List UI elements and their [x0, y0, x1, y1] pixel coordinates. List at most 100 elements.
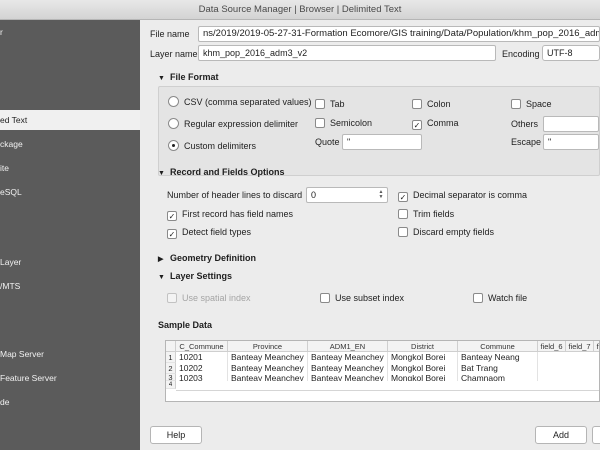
sidebar-item-wms-wmts[interactable]: /MTS	[0, 276, 140, 296]
table-cell: Banteay Meanchey	[308, 363, 388, 374]
table-cell: Mongkol Borei	[388, 363, 458, 374]
decimal-comma-label: Decimal separator is comma	[413, 190, 528, 200]
checkbox-icon	[511, 99, 521, 109]
column-header[interactable]: C_Commune	[176, 341, 228, 352]
layer-name-input[interactable]: khm_pop_2016_adm3_v2	[198, 45, 496, 61]
spatial-index-label: Use spatial index	[182, 293, 251, 303]
checkmark-icon: ✓	[167, 229, 177, 239]
checkbox-space-label: Space	[526, 99, 552, 109]
help-button[interactable]: Help	[150, 426, 202, 444]
geometry-header[interactable]: ▶ Geometry Definition	[158, 253, 256, 263]
sidebar-item-arcgis-feature-server[interactable]: Feature Server	[0, 368, 140, 388]
checkbox-semicolon-label: Semicolon	[330, 118, 373, 128]
layer-settings-header[interactable]: ▼ Layer Settings	[158, 271, 232, 281]
column-header[interactable]: District	[388, 341, 458, 352]
close-button[interactable]	[592, 426, 600, 444]
sidebar-item-delimited-text[interactable]: ed Text	[0, 110, 140, 130]
table-cell: Banteay Meanchey	[228, 363, 308, 374]
sidebar-item-geopackage[interactable]: ckage	[0, 134, 140, 154]
table-cell: Banteay Meanchey	[228, 374, 308, 381]
radio-custom-label: Custom delimiters	[184, 141, 257, 151]
discard-empty-label: Discard empty fields	[413, 227, 495, 237]
sample-data-table[interactable]: C_Commune Province ADM1_EN District Comm…	[165, 340, 600, 402]
radio-csv-label: CSV (comma separated values)	[184, 97, 312, 107]
checkbox-tab[interactable]: Tab	[315, 99, 345, 110]
table-cell: Mongkol Borei	[388, 374, 458, 381]
checkbox-tab-label: Tab	[330, 99, 345, 109]
table-cell: 10202	[176, 363, 228, 374]
table-scrollbar-track[interactable]	[176, 390, 599, 391]
row-number: 4	[166, 381, 176, 389]
encoding-select[interactable]: UTF-8	[542, 45, 600, 61]
escape-label: Escape	[511, 137, 542, 147]
detect-types-label: Detect field types	[182, 227, 252, 237]
column-header[interactable]: ADM1_EN	[308, 341, 388, 352]
checkbox-comma-label: Comma	[427, 118, 459, 128]
sidebar-item-virtual-layer[interactable]: Layer	[0, 252, 140, 272]
header-lines-spinbox[interactable]: 0 ▲ ▼	[306, 187, 388, 203]
radio-custom[interactable]: Custom delimiters	[168, 140, 256, 152]
checkmark-icon: ✓	[398, 192, 408, 202]
column-header[interactable]: fi	[594, 341, 599, 352]
row-number: 1	[166, 352, 176, 363]
first-record-label: First record has field names	[182, 209, 294, 219]
others-input[interactable]	[543, 116, 599, 132]
sidebar-item-geonode[interactable]: de	[0, 392, 140, 412]
collapse-triangle-icon: ▼	[158, 75, 165, 82]
checkbox-icon	[315, 118, 325, 128]
table-cell: Banteay Meanchey	[308, 352, 388, 363]
sidebar-item-arcgis-map-server[interactable]: Map Server	[0, 344, 140, 364]
checkbox-icon	[412, 99, 422, 109]
collapse-triangle-icon: ▼	[158, 170, 165, 177]
checkbox-watch-file[interactable]: Watch file	[473, 293, 527, 304]
checkmark-icon: ✓	[412, 120, 422, 130]
checkbox-icon	[398, 209, 408, 219]
record-options-title: Record and Fields Options	[170, 167, 285, 177]
geometry-title: Geometry Definition	[170, 253, 257, 263]
checkbox-discard-empty[interactable]: Discard empty fields	[398, 227, 494, 238]
checkbox-space[interactable]: Space	[511, 99, 552, 110]
add-button[interactable]: Add	[535, 426, 587, 444]
radio-regex[interactable]: Regular expression delimiter	[168, 118, 298, 130]
radio-csv[interactable]: CSV (comma separated values)	[168, 96, 312, 108]
sidebar-item-postgresql[interactable]: eSQL	[0, 182, 140, 202]
checkbox-detect-types[interactable]: ✓ Detect field types	[167, 227, 251, 239]
quote-label: Quote	[315, 137, 340, 147]
table-cell: Mongkol Borei	[388, 352, 458, 363]
checkbox-semicolon[interactable]: Semicolon	[315, 118, 372, 129]
checkbox-first-record[interactable]: ✓ First record has field names	[167, 209, 293, 221]
column-header[interactable]: field_7	[566, 341, 594, 352]
table-corner	[166, 341, 176, 352]
layer-name-label: Layer name	[150, 49, 198, 59]
quote-input[interactable]: "	[342, 134, 422, 150]
column-header[interactable]: Province	[228, 341, 308, 352]
file-name-input[interactable]: ns/2019/2019-05-27-31-Formation Ecomore/…	[198, 26, 600, 42]
column-header[interactable]: field_6	[538, 341, 566, 352]
subset-index-label: Use subset index	[335, 293, 405, 303]
table-cell: Bat Trang	[458, 363, 538, 374]
file-format-title: File Format	[170, 72, 219, 82]
column-header[interactable]: Commune	[458, 341, 538, 352]
checkbox-decimal-comma[interactable]: ✓ Decimal separator is comma	[398, 190, 527, 202]
checkbox-icon	[320, 293, 330, 303]
table-cell: Banteay Meanchey	[308, 374, 388, 381]
delimited-text-panel: File name ns/2019/2019-05-27-31-Formatio…	[140, 20, 600, 450]
checkbox-colon-label: Colon	[427, 99, 451, 109]
trim-fields-label: Trim fields	[413, 209, 455, 219]
file-format-panel: CSV (comma separated values) Regular exp…	[158, 86, 600, 176]
sidebar-item-browser[interactable]: r	[0, 22, 140, 42]
file-format-header[interactable]: ▼ File Format	[158, 72, 219, 82]
checkbox-trim-fields[interactable]: Trim fields	[398, 209, 454, 220]
checkbox-comma[interactable]: ✓ Comma	[412, 118, 459, 130]
checkbox-colon[interactable]: Colon	[412, 99, 451, 110]
header-lines-label: Number of header lines to discard	[167, 190, 303, 200]
row-number: 3	[166, 374, 176, 381]
sidebar-item-spatialite[interactable]: ite	[0, 158, 140, 178]
checkbox-subset-index[interactable]: Use subset index	[320, 293, 404, 304]
window-title: Data Source Manager | Browser | Delimite…	[0, 0, 600, 20]
checkbox-icon	[315, 99, 325, 109]
escape-input[interactable]: "	[543, 134, 599, 150]
spin-arrows-icon[interactable]: ▲ ▼	[377, 190, 385, 200]
radio-circle-icon	[168, 118, 179, 129]
record-options-header[interactable]: ▼ Record and Fields Options	[158, 167, 285, 177]
